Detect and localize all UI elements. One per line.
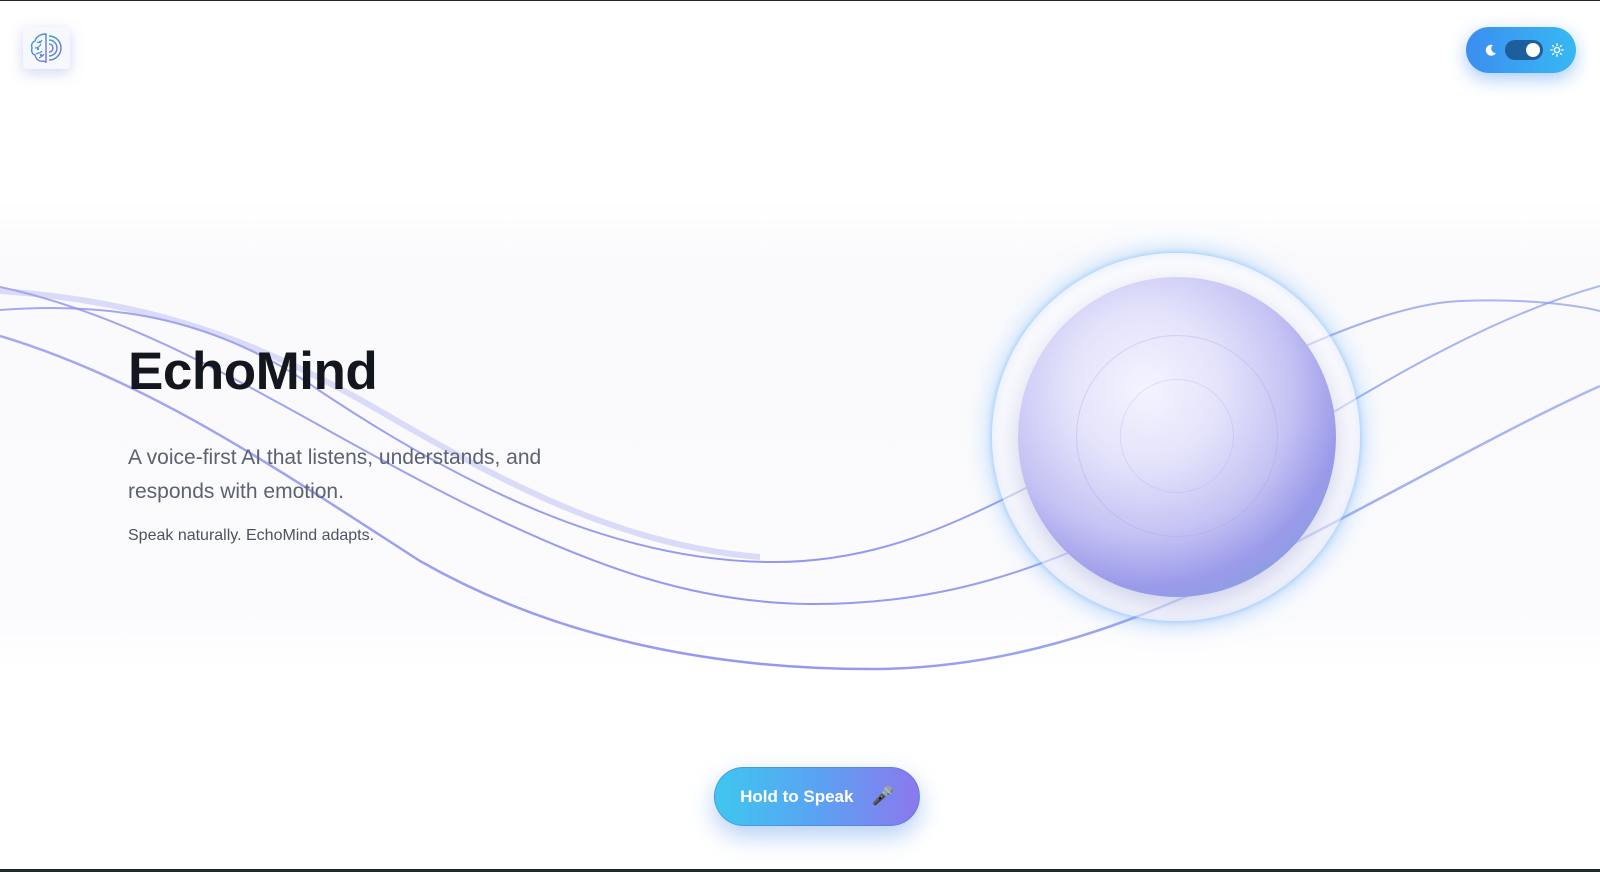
page-title: EchoMind [128,342,378,401]
brain-icon [30,33,62,63]
hero-subtitle: A voice-first AI that listens, understan… [128,446,542,503]
voice-orb[interactable] [1018,277,1336,597]
hero-tagline: Speak naturally. EchoMind adapts. [128,527,375,544]
microphone-icon: 🎤 [871,786,894,806]
theme-toggle[interactable] [1466,27,1576,73]
orb-ring-inner [1120,379,1234,493]
speak-button-label: Hold to Speak [740,786,854,806]
hold-to-speak-button[interactable]: Hold to Speak 🎤 [714,767,920,826]
toggle-knob [1526,43,1540,57]
app-logo[interactable] [23,27,70,69]
toggle-switch[interactable] [1505,40,1543,60]
moon-icon [1485,44,1496,56]
sun-icon [1550,43,1564,57]
hero-background [0,201,1600,671]
